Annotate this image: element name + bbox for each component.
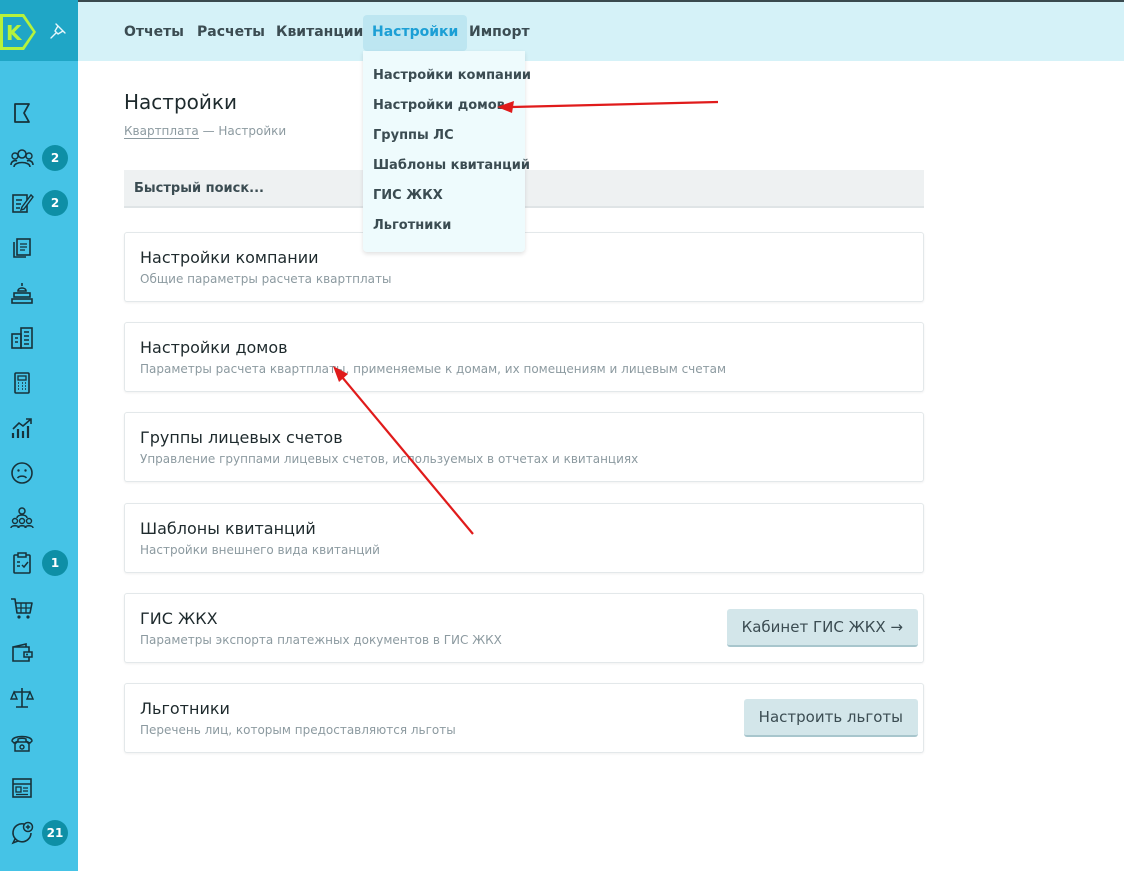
cart-icon[interactable]	[9, 595, 35, 621]
logo-letter: K	[6, 21, 23, 45]
settings-dropdown: Настройки компании Настройки домов Групп…	[363, 51, 531, 252]
breadcrumb-separator: —	[198, 124, 219, 138]
legal-icon[interactable]	[9, 685, 35, 711]
breadcrumb: Квартплата — Настройки	[124, 124, 287, 139]
annotation-arrow-menu	[511, 100, 719, 109]
sidebar: K 2 2 1 21	[0, 0, 78, 871]
configure-benefits-button[interactable]: Настроить льготы	[743, 699, 918, 737]
card-description: Параметры расчета квартплаты, применяемы…	[140, 362, 727, 376]
complaints-icon[interactable]	[9, 460, 35, 486]
dispatcher-icon[interactable]	[9, 280, 35, 306]
tab-settings[interactable]: Настройки	[363, 15, 468, 51]
card-receipt-templates[interactable]: Шаблоны квитанций Настройки внешнего вид…	[124, 503, 924, 573]
phone-icon[interactable]	[9, 730, 35, 756]
card-description: Настройки внешнего вида квитанций	[140, 543, 380, 557]
menu-item-gis-zhkh[interactable]: ГИС ЖКХ	[373, 188, 443, 203]
tasks-icon[interactable]	[9, 550, 35, 576]
menu-item-company-settings[interactable]: Настройки компании	[373, 68, 531, 83]
gis-cabinet-button[interactable]: Кабинет ГИС ЖКХ →	[726, 609, 918, 647]
breadcrumb-link[interactable]: Квартплата	[124, 124, 199, 139]
card-beneficiaries[interactable]: Льготники Перечень лиц, которым предоста…	[124, 683, 924, 753]
card-gis-zhkh[interactable]: ГИС ЖКХ Параметры экспорта платежных док…	[124, 593, 924, 663]
card-title: Настройки компании	[140, 248, 319, 267]
calculator-icon[interactable]	[9, 370, 35, 396]
menu-item-account-groups[interactable]: Группы ЛС	[373, 128, 454, 143]
top-nav: Отчеты Расчеты Квитанции Настройки Импор…	[78, 0, 1124, 61]
card-description: Параметры экспорта платежных документов …	[140, 633, 502, 647]
card-title: Настройки домов	[140, 338, 288, 357]
logo-bar: K	[0, 0, 78, 61]
menu-item-house-settings[interactable]: Настройки домов	[373, 98, 505, 113]
residents-icon[interactable]	[9, 145, 35, 171]
tab-calculations[interactable]: Расчеты	[188, 15, 274, 51]
chat-badge: 21	[42, 820, 68, 846]
tasks-badge: 1	[42, 550, 68, 576]
menu-item-receipt-templates[interactable]: Шаблоны квитанций	[373, 158, 530, 173]
menu-item-beneficiaries[interactable]: Льготники	[373, 218, 451, 233]
card-house-settings[interactable]: Настройки домов Параметры расчета квартп…	[124, 322, 924, 392]
card-title: ГИС ЖКХ	[140, 609, 218, 628]
tab-import[interactable]: Импорт	[460, 15, 539, 51]
requests-badge: 2	[42, 190, 68, 216]
buildings-icon[interactable]	[9, 325, 35, 351]
card-title: Группы лицевых счетов	[140, 428, 343, 447]
staff-icon[interactable]	[9, 505, 35, 531]
documents-icon[interactable]	[9, 235, 35, 261]
tab-receipts[interactable]: Квитанции	[267, 15, 372, 51]
flag-icon[interactable]	[9, 100, 35, 126]
card-title: Льготники	[140, 699, 230, 718]
pin-icon[interactable]	[49, 22, 67, 40]
analytics-icon[interactable]	[9, 415, 35, 441]
card-title: Шаблоны квитанций	[140, 519, 316, 538]
page-title: Настройки	[124, 90, 237, 114]
requests-icon[interactable]	[9, 190, 35, 216]
card-account-groups[interactable]: Группы лицевых счетов Управление группам…	[124, 412, 924, 482]
breadcrumb-current: Настройки	[218, 124, 287, 138]
wallet-icon[interactable]	[9, 640, 35, 666]
card-description: Перечень лиц, которым предоставляются ль…	[140, 723, 456, 737]
receipts-icon[interactable]	[9, 775, 35, 801]
chat-icon[interactable]	[9, 820, 35, 846]
residents-badge: 2	[42, 145, 68, 171]
logo[interactable]: K	[0, 14, 36, 50]
tab-reports[interactable]: Отчеты	[115, 15, 193, 51]
card-description: Управление группами лицевых счетов, испо…	[140, 452, 639, 466]
card-description: Общие параметры расчета квартплаты	[140, 272, 392, 286]
